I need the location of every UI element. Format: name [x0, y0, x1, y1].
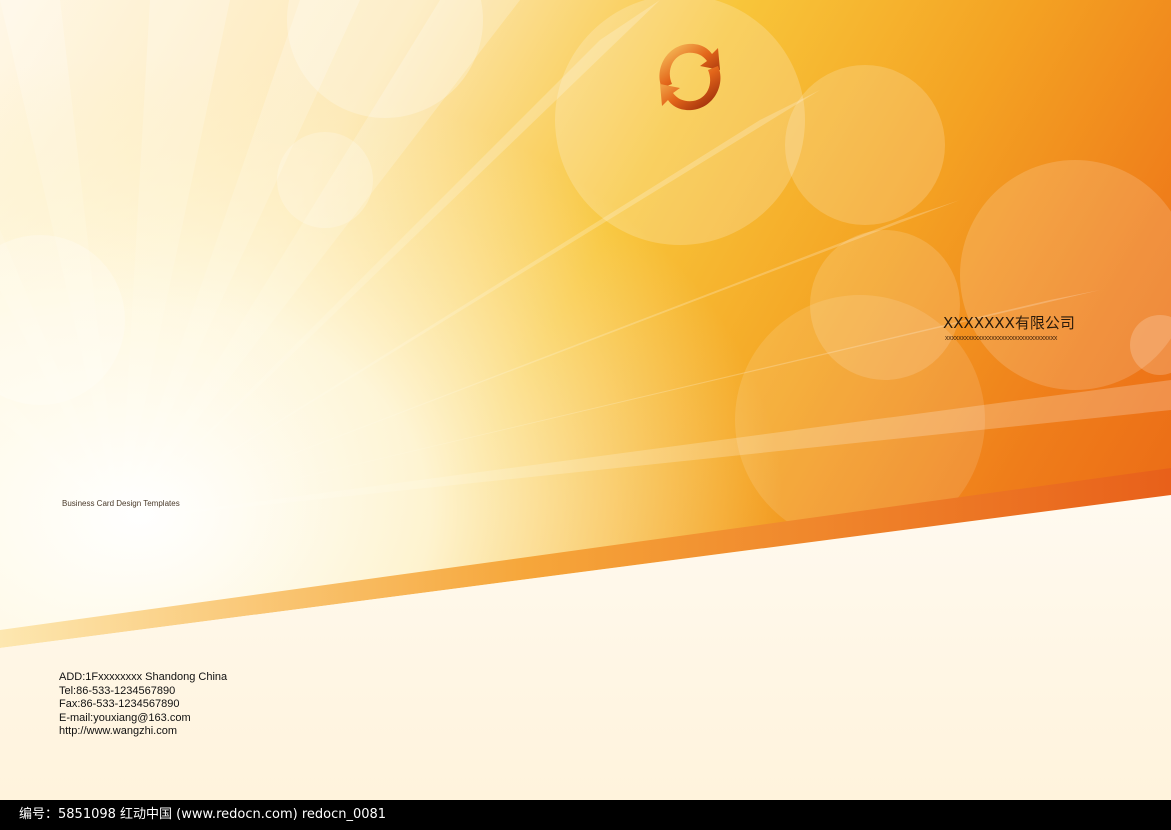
- contact-fax: Fax:86-533-1234567890: [59, 698, 180, 711]
- brochure-cover: XXXXXXX有限公司 xxxxxxxxxxxxxxxxxxxxxxxxxxxx…: [0, 0, 1171, 830]
- contact-email: E-mail:youxiang@163.com: [59, 711, 191, 724]
- footer-text: 编号：5851098 红动中国 (www.redocn.com) redocn_…: [19, 807, 387, 822]
- contact-tel: Tel:86-533-1234567890: [59, 684, 176, 697]
- company-subtitle: xxxxxxxxxxxxxxxxxxxxxxxxxxxxxxxxxx: [945, 335, 1058, 342]
- template-label: Business Card Design Templates: [62, 499, 180, 508]
- recycle-arrows-logo-icon: [659, 43, 721, 111]
- company-name: XXXXXXX有限公司: [943, 314, 1075, 332]
- contact-website: http://www.wangzhi.com: [59, 725, 177, 738]
- watermark-footer: 编号：5851098 红动中国 (www.redocn.com) redocn_…: [0, 800, 1171, 830]
- contact-block: ADD:1Fxxxxxxxx Shandong China Tel:86-533…: [59, 671, 227, 739]
- contact-address: ADD:1Fxxxxxxxx Shandong China: [59, 671, 228, 683]
